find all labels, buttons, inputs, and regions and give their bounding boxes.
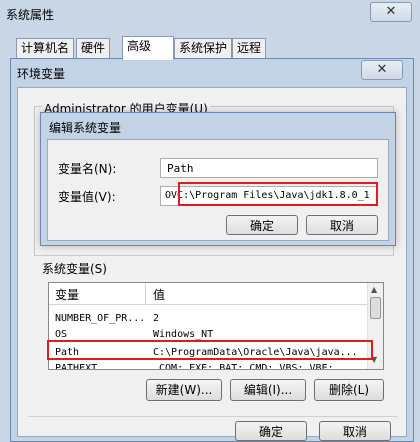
table-row[interactable]: PATHEXT .COM;.EXE;.BAT;.CMD;.VBS;.VBE;: [49, 361, 367, 370]
dialog-ok-button[interactable]: 确定: [226, 215, 298, 235]
close-button[interactable]: ✕: [370, 2, 412, 22]
list-header: 变量 值: [49, 283, 367, 305]
separator: [28, 416, 398, 417]
system-variables-label: 系统变量(S): [42, 262, 107, 276]
variable-name-input[interactable]: Path: [160, 158, 378, 178]
tab-remote[interactable]: 远程: [232, 38, 267, 59]
env-ok-button[interactable]: 确定: [235, 421, 307, 441]
table-row[interactable]: NUMBER_OF_PR... 2: [49, 311, 367, 327]
tab-advanced[interactable]: 高级: [122, 36, 174, 60]
new-button[interactable]: 新建(W)...: [146, 379, 222, 401]
scroll-up-icon[interactable]: ▲: [371, 285, 377, 294]
env-close-button[interactable]: ✕: [361, 60, 403, 80]
variable-value-prefix: OV: [165, 190, 178, 201]
value-field-highlight: [178, 182, 378, 206]
variable-value-label: 变量值(V):: [58, 190, 116, 204]
variable-name-value: Path: [167, 162, 194, 175]
column-divider: [145, 283, 146, 305]
dialog-title: 编辑系统变量: [49, 121, 122, 135]
column-header-value[interactable]: 值: [153, 286, 165, 303]
tab-hardware[interactable]: 硬件: [76, 38, 111, 59]
delete-button[interactable]: 删除(L): [314, 379, 384, 401]
close-icon: ✕: [376, 62, 388, 77]
edit-button[interactable]: 编辑(I)...: [230, 379, 306, 401]
env-window-title: 环境变量: [17, 67, 66, 81]
row-name: NUMBER_OF_PR...: [55, 313, 146, 324]
path-row-highlight: [47, 340, 373, 360]
window-title: 系统属性: [6, 8, 55, 22]
dialog-cancel-button[interactable]: 取消: [306, 215, 378, 235]
dialog-client-area: 变量名(N): Path 变量值(V): OVC:\Program Files\…: [47, 139, 389, 241]
row-name: PATHEXT: [55, 363, 98, 370]
edit-variable-dialog: 编辑系统变量 变量名(N): Path 变量值(V): OVC:\Program…: [40, 112, 396, 246]
tab-system-protection[interactable]: 系统保护: [174, 38, 233, 59]
env-cancel-button[interactable]: 取消: [319, 421, 391, 441]
row-value: .COM;.EXE;.BAT;.CMD;.VBS;.VBE;: [153, 363, 334, 370]
tab-computer-name[interactable]: 计算机名: [16, 38, 75, 59]
close-icon: ✕: [385, 4, 397, 19]
column-header-variable[interactable]: 变量: [55, 286, 79, 303]
variable-name-label: 变量名(N):: [58, 162, 117, 176]
row-value: 2: [153, 313, 160, 324]
scroll-thumb[interactable]: [370, 297, 381, 319]
